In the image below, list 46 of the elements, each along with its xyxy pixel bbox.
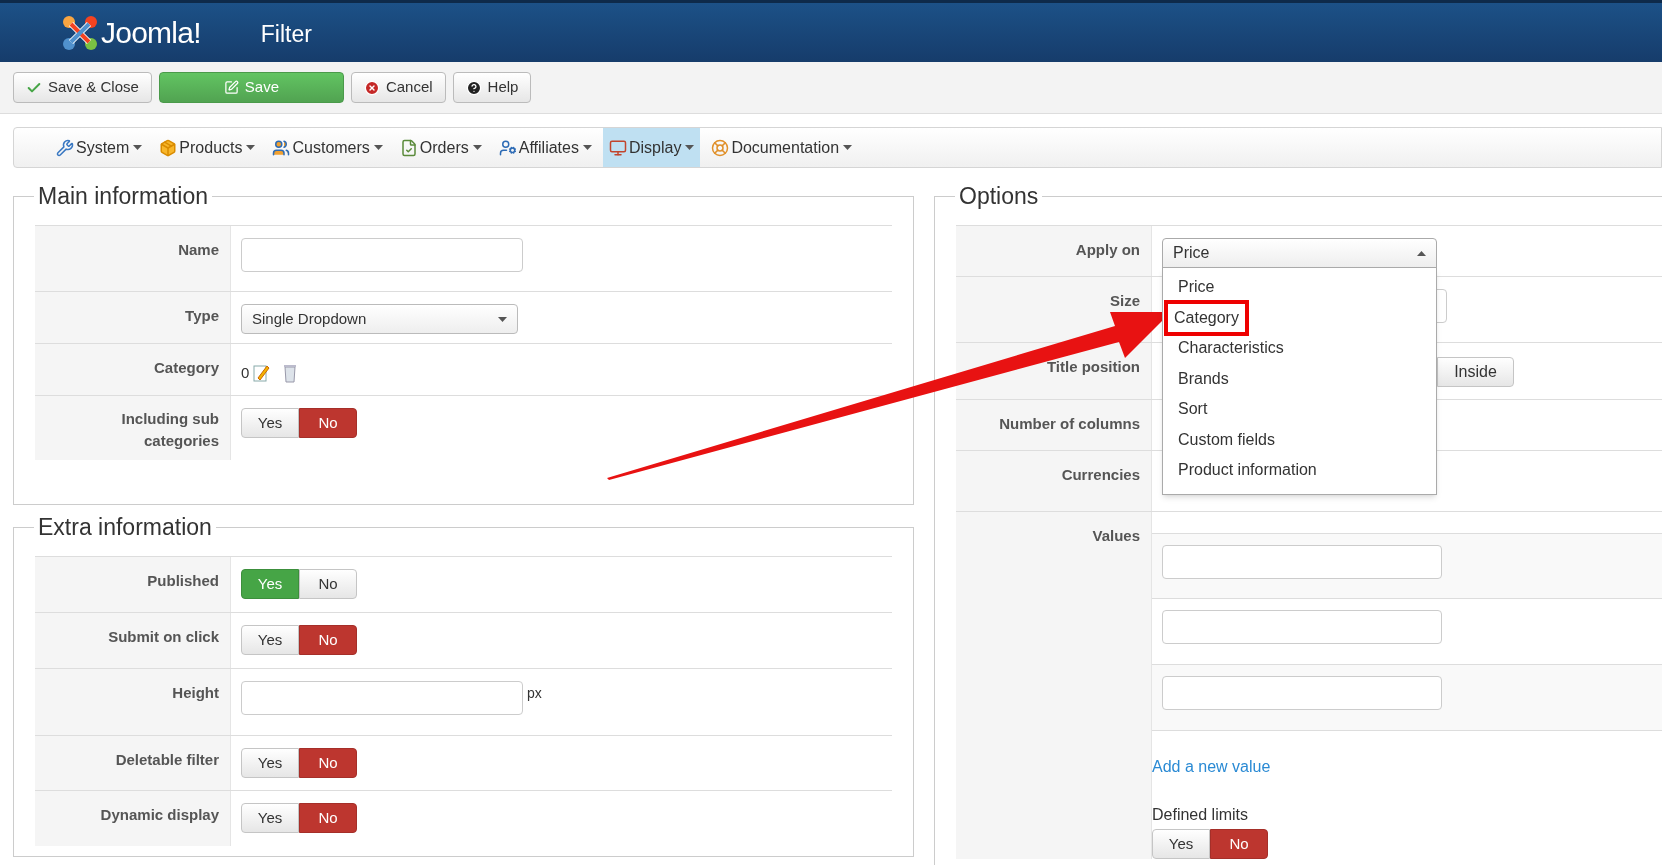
field-label: Published xyxy=(147,571,219,591)
field-label: Including sub categories xyxy=(120,409,219,451)
field-label: Category xyxy=(153,358,219,378)
add-value-link[interactable]: Add a new value xyxy=(1152,755,1662,779)
field-label: Height xyxy=(172,683,219,703)
menu-item[interactable]: Documentation xyxy=(705,128,859,167)
toggle-option[interactable]: Yes xyxy=(1152,829,1210,859)
category-value: 0 xyxy=(241,363,250,383)
toggle-option[interactable]: No xyxy=(299,803,357,833)
field-label: Type xyxy=(185,306,219,326)
page-title: Filter xyxy=(260,20,312,50)
field-label: Number of columns xyxy=(999,414,1140,434)
toggle-option[interactable]: Yes xyxy=(241,803,299,833)
toggle-option[interactable]: No xyxy=(1210,829,1268,859)
field-label: Submit on click xyxy=(108,627,219,647)
field-label: Dynamic display xyxy=(100,805,219,825)
toggle-option[interactable]: Inside xyxy=(1437,357,1514,387)
type-select[interactable]: Single Dropdown xyxy=(241,304,518,334)
toggle-option[interactable]: No xyxy=(299,408,357,438)
logo-text: Joomla! xyxy=(101,15,201,51)
toolbar-button[interactable]: Cancel xyxy=(350,72,446,103)
field-label: Defined limits xyxy=(1152,805,1250,825)
toggle-option[interactable]: No xyxy=(299,748,357,778)
menu-item[interactable]: Orders xyxy=(393,128,488,167)
toggle-option[interactable]: Yes xyxy=(241,748,299,778)
field-label: Name xyxy=(178,240,219,260)
toggle-option[interactable]: No xyxy=(299,569,357,599)
menu-item[interactable]: Products xyxy=(153,128,262,167)
menu-item[interactable]: Affiliates xyxy=(492,128,598,167)
toggle-option[interactable]: No xyxy=(299,625,357,655)
toolbar-button[interactable]: Save & Close xyxy=(13,72,152,103)
menu-item[interactable]: Customers xyxy=(266,128,389,167)
menu-item[interactable]: System xyxy=(50,128,149,167)
field-label: Apply on xyxy=(1075,240,1140,260)
toggle-option[interactable]: Yes xyxy=(241,408,299,438)
field-label: Values xyxy=(1092,526,1140,546)
unit-label: px xyxy=(527,684,542,703)
apply-on-select[interactable]: Price xyxy=(1162,238,1437,268)
toolbar-button[interactable]: Help xyxy=(452,72,532,103)
dropdown-option[interactable]: Category xyxy=(1164,299,1249,336)
field-label: Title position xyxy=(1046,357,1140,377)
field-label: Size xyxy=(1110,291,1140,311)
field-label: Deletable filter xyxy=(115,750,219,770)
menu-item[interactable]: Display xyxy=(602,128,701,167)
toggle-option[interactable]: Yes xyxy=(241,625,299,655)
field-label: Currencies xyxy=(1061,465,1140,485)
